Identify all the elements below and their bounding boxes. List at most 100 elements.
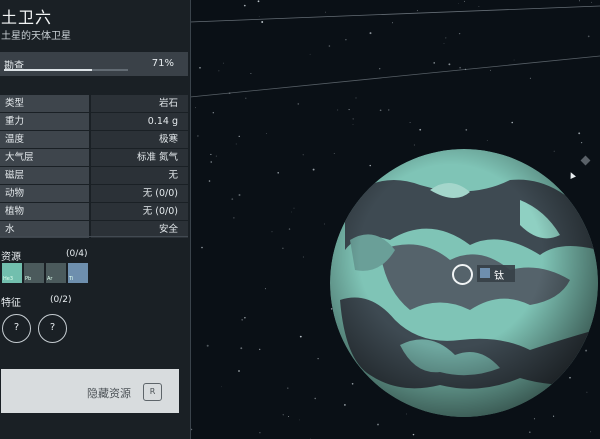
star — [419, 128, 422, 131]
attribute-row: 动物无 (0/0) — [0, 185, 188, 202]
star — [392, 22, 393, 24]
trait-unknown-button[interactable]: ? — [2, 314, 31, 343]
attribute-key: 温度 — [0, 131, 89, 148]
star — [348, 109, 350, 111]
star — [199, 67, 201, 69]
star — [314, 397, 316, 400]
star — [490, 69, 491, 71]
attribute-value: 标准 氮气 — [91, 149, 188, 166]
trait-unknown-button[interactable]: ? — [38, 314, 67, 343]
star — [282, 247, 284, 250]
star — [197, 135, 199, 137]
star — [243, 4, 246, 7]
star — [591, 1, 592, 3]
star — [238, 194, 241, 196]
star — [578, 132, 581, 135]
star — [328, 45, 331, 47]
star — [231, 198, 234, 200]
star — [352, 118, 354, 120]
star — [324, 223, 325, 225]
star — [238, 370, 240, 372]
hide-resources-button[interactable]: 隐藏资源 R — [1, 369, 179, 413]
resource-tile[interactable]: Pb — [24, 263, 44, 283]
star — [245, 97, 247, 99]
resources-count: (0/4) — [66, 249, 88, 259]
star — [369, 164, 371, 167]
star — [351, 382, 354, 385]
attribute-key: 磁层 — [0, 167, 89, 184]
resource-tile[interactable]: He3 — [2, 263, 22, 283]
star — [309, 53, 311, 55]
star — [223, 62, 224, 64]
resource-tile[interactable]: Ar — [46, 263, 66, 283]
star — [478, 6, 480, 7]
divider — [0, 236, 188, 237]
star — [282, 414, 284, 416]
star — [208, 180, 211, 182]
attribute-row: 磁层无 — [0, 167, 188, 184]
star — [445, 37, 447, 39]
star — [416, 10, 418, 12]
star — [221, 386, 222, 388]
star — [528, 431, 531, 434]
star — [293, 207, 295, 209]
star — [344, 404, 346, 406]
star — [302, 154, 304, 156]
attribute-value: 无 (0/0) — [91, 203, 188, 220]
star — [533, 418, 536, 420]
star — [409, 121, 411, 124]
star — [345, 39, 347, 41]
resource-tag-label: 钛 — [494, 271, 504, 282]
star — [241, 318, 244, 321]
resource-symbol: Pb — [25, 276, 32, 282]
star — [233, 217, 235, 219]
resource-symbol: Ti — [69, 276, 74, 282]
star — [458, 32, 461, 35]
star — [511, 121, 513, 124]
attribute-key: 重力 — [0, 113, 89, 130]
resource-tile[interactable]: Ti — [68, 263, 88, 283]
star — [325, 11, 326, 13]
star — [277, 172, 279, 174]
star — [235, 143, 237, 145]
star — [210, 161, 212, 163]
survey-progress-track — [4, 69, 128, 71]
star — [379, 109, 382, 112]
star — [210, 153, 212, 155]
star — [379, 68, 381, 70]
star — [215, 155, 217, 157]
survey-percent: 71% — [151, 58, 174, 69]
star — [590, 431, 592, 433]
star — [212, 112, 214, 114]
star — [299, 335, 302, 338]
attribute-value: 岩石 — [91, 95, 188, 112]
star — [553, 415, 555, 417]
attribute-row: 重力 0.14 g — [0, 113, 188, 130]
traits-heading: 特征 — [1, 298, 21, 309]
star — [580, 141, 583, 144]
star — [406, 413, 407, 415]
attribute-row: 温度 极寒 — [0, 131, 188, 148]
star — [250, 73, 252, 74]
star — [333, 153, 335, 155]
star — [201, 246, 203, 249]
star — [288, 416, 290, 417]
resource-marker[interactable] — [452, 264, 473, 285]
star — [264, 288, 266, 290]
star — [218, 70, 220, 72]
star — [513, 59, 515, 61]
attribute-value: 无 (0/0) — [91, 185, 188, 202]
resource-symbol: Ar — [47, 276, 53, 282]
star — [271, 231, 273, 233]
attribute-row: 类型 岩石 — [0, 95, 188, 112]
resource-tiles: He3 Pb Ar Ti — [2, 263, 88, 283]
star — [465, 129, 468, 131]
star — [457, 3, 459, 4]
star — [352, 124, 354, 125]
star — [287, 387, 289, 389]
resources-heading: 资源 — [1, 252, 21, 263]
star — [302, 256, 304, 258]
star — [463, 0, 465, 2]
attribute-value: 极寒 — [91, 131, 188, 148]
star — [244, 317, 246, 319]
